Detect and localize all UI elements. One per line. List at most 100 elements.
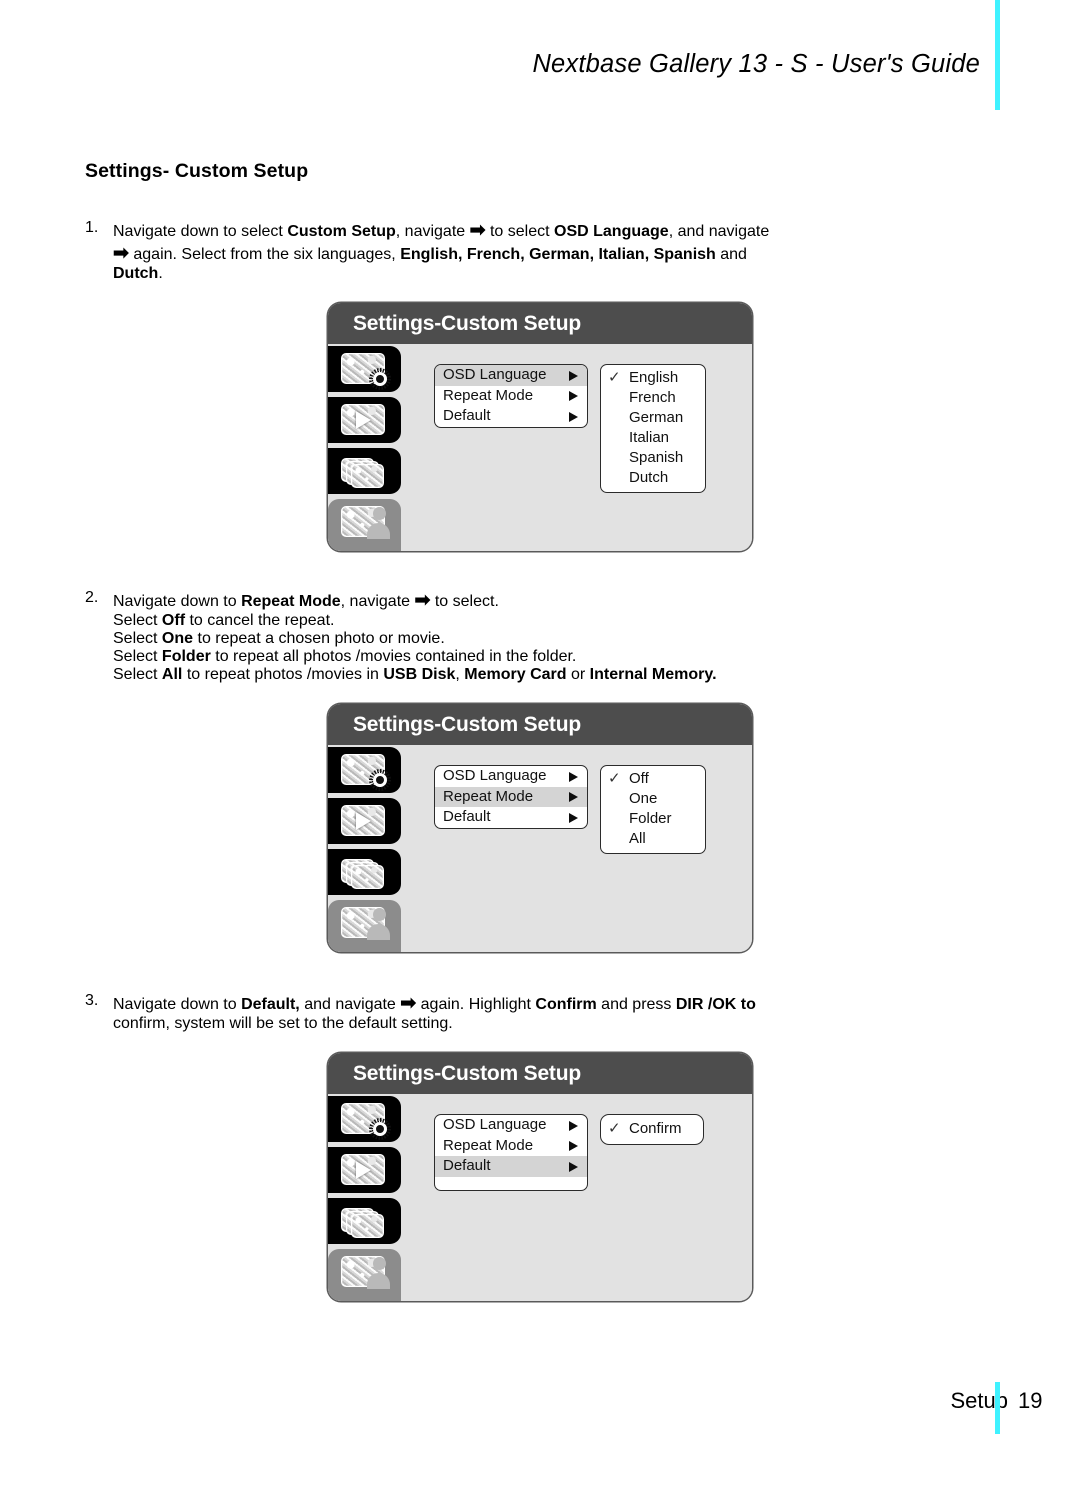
submenu-option-label: Off bbox=[629, 770, 649, 787]
sidebar-item-video[interactable] bbox=[328, 798, 401, 844]
device-screen-1: Settings-Custom Setup OSD Language Repea… bbox=[328, 303, 752, 551]
menu-item-default[interactable]: Default bbox=[435, 406, 587, 427]
chevron-right-icon bbox=[569, 792, 578, 802]
menu-item-label: Repeat Mode bbox=[443, 787, 534, 805]
text-run-bold: Folder bbox=[161, 648, 211, 665]
step-3-line-2: confirm, system will be set to the defau… bbox=[113, 1015, 995, 1033]
submenu-option-dutch[interactable]: Dutch bbox=[601, 468, 705, 488]
text-run-bold: OSD Language bbox=[554, 223, 669, 240]
device-3-titlebar: Settings-Custom Setup bbox=[328, 1053, 752, 1094]
step-2-line-5: Select All to repeat photos /movies in U… bbox=[113, 666, 995, 684]
menu-item-label: Repeat Mode bbox=[443, 386, 534, 404]
submenu-option-label: Dutch bbox=[629, 469, 669, 486]
device-2-submenu-repeat: ✓ Off One Folder All bbox=[600, 765, 706, 854]
right-arrow-icon: ➡ bbox=[113, 243, 129, 264]
menu-item-osd-language[interactable]: OSD Language bbox=[435, 1115, 587, 1136]
document-title: Nextbase Gallery 13 - S - User's Guide bbox=[532, 50, 980, 78]
submenu-option-off[interactable]: ✓ Off bbox=[601, 769, 705, 789]
step-2-line-3: Select One to repeat a chosen photo or m… bbox=[113, 630, 995, 648]
checkmark-icon: ✓ bbox=[608, 770, 621, 787]
submenu-option-confirm[interactable]: ✓ Confirm bbox=[601, 1119, 703, 1139]
device-2-title: Settings-Custom Setup bbox=[353, 713, 581, 736]
sidebar-item-video[interactable] bbox=[328, 1147, 401, 1193]
text-run: and bbox=[715, 246, 747, 263]
text-run: and navigate bbox=[299, 996, 401, 1013]
sidebar-item-settings-selected[interactable] bbox=[328, 900, 401, 952]
page-header: Nextbase Gallery 13 - S - User's Guide bbox=[0, 0, 1080, 112]
device-3-title: Settings-Custom Setup bbox=[353, 1062, 581, 1085]
checkmark-icon: ✓ bbox=[608, 369, 621, 386]
sidebar-item-photo-settings[interactable] bbox=[328, 1096, 401, 1142]
folder-stack-icon bbox=[341, 1205, 388, 1238]
text-run-bold: Off bbox=[161, 612, 186, 629]
submenu-option-folder[interactable]: Folder bbox=[601, 809, 705, 829]
menu-item-label: OSD Language bbox=[443, 366, 547, 383]
menu-item-repeat-mode[interactable]: Repeat Mode bbox=[435, 786, 587, 807]
submenu-option-label: Spanish bbox=[629, 449, 684, 466]
chevron-right-icon bbox=[569, 391, 578, 401]
submenu-option-label: French bbox=[629, 389, 676, 406]
text-run: . bbox=[158, 265, 163, 282]
text-run: to select. bbox=[430, 593, 499, 610]
text-run-bold: Internal Memory. bbox=[589, 666, 717, 683]
chevron-right-icon bbox=[569, 812, 578, 823]
step-2-line-4: Select Folder to repeat all photos /movi… bbox=[113, 648, 995, 666]
step-3-line-1: Navigate down to Default, and navigate ➡… bbox=[113, 992, 995, 1015]
sidebar-item-video[interactable] bbox=[328, 397, 401, 443]
text-run: again. Select from the six languages, bbox=[128, 246, 401, 263]
step-2: 2. Navigate down to Repeat Mode, navigat… bbox=[85, 589, 995, 684]
photo-settings-icon bbox=[341, 754, 391, 791]
submenu-option-one[interactable]: One bbox=[601, 789, 705, 809]
sidebar-item-photo-settings[interactable] bbox=[328, 747, 401, 793]
text-run: to repeat a chosen photo or movie. bbox=[193, 630, 445, 647]
menu-item-label: Default bbox=[443, 808, 491, 825]
sidebar-item-settings-selected[interactable] bbox=[328, 1249, 401, 1301]
menu-item-label: Repeat Mode bbox=[443, 1136, 534, 1154]
right-arrow-icon: ➡ bbox=[414, 590, 431, 611]
submenu-option-label: Confirm bbox=[629, 1120, 682, 1137]
submenu-option-label: English bbox=[629, 369, 679, 386]
chevron-right-icon bbox=[569, 1161, 578, 1172]
submenu-option-spanish[interactable]: Spanish bbox=[601, 448, 705, 468]
device-2-titlebar: Settings-Custom Setup bbox=[328, 704, 752, 745]
text-run: confirm, system will be set to the defau… bbox=[113, 1015, 453, 1032]
sidebar-item-folders[interactable] bbox=[328, 448, 401, 494]
sidebar-item-photo-settings[interactable] bbox=[328, 346, 401, 392]
video-play-icon bbox=[341, 1154, 388, 1186]
submenu-option-all[interactable]: All bbox=[601, 829, 705, 849]
text-run-bold: DIR /OK to bbox=[675, 996, 756, 1013]
screen-mock-3-wrapper: Settings-Custom Setup OSD Language Repea… bbox=[85, 1053, 995, 1301]
device-3-submenu-confirm: ✓ Confirm bbox=[600, 1114, 704, 1145]
submenu-option-italian[interactable]: Italian bbox=[601, 428, 705, 448]
text-run: Select bbox=[113, 648, 162, 665]
menu-item-osd-language[interactable]: OSD Language bbox=[435, 766, 587, 787]
menu-item-repeat-mode[interactable]: Repeat Mode bbox=[435, 1136, 587, 1157]
text-run-bold: USB Disk bbox=[383, 666, 456, 683]
submenu-option-label: One bbox=[629, 790, 658, 807]
sidebar-item-folders[interactable] bbox=[328, 849, 401, 895]
menu-item-osd-language[interactable]: OSD Language bbox=[435, 365, 587, 386]
menu-empty-row bbox=[435, 1177, 587, 1190]
right-arrow-icon: ➡ bbox=[469, 220, 486, 241]
menu-item-label: Default bbox=[443, 407, 491, 424]
chevron-right-icon bbox=[569, 370, 578, 381]
device-3-sidebar bbox=[328, 1094, 401, 1301]
page-content: Settings- Custom Setup 1. Navigate down … bbox=[85, 160, 995, 1301]
submenu-option-english[interactable]: ✓ English bbox=[601, 368, 705, 388]
header-accent-rule bbox=[995, 0, 1000, 110]
menu-item-default[interactable]: Default bbox=[435, 807, 587, 828]
sidebar-item-folders[interactable] bbox=[328, 1198, 401, 1244]
sidebar-item-settings-selected[interactable] bbox=[328, 499, 401, 551]
submenu-option-german[interactable]: German bbox=[601, 408, 705, 428]
menu-item-default[interactable]: Default bbox=[435, 1156, 587, 1177]
menu-item-repeat-mode[interactable]: Repeat Mode bbox=[435, 386, 587, 407]
footer-accent-rule bbox=[995, 1382, 1000, 1434]
submenu-option-french[interactable]: French bbox=[601, 388, 705, 408]
step-1-line-2: ➡ again. Select from the six languages, … bbox=[113, 242, 995, 265]
text-run: Navigate down to bbox=[113, 996, 242, 1013]
text-run-bold: Custom Setup bbox=[287, 223, 396, 240]
user-profile-icon bbox=[341, 1256, 390, 1289]
text-run: to select bbox=[485, 223, 555, 240]
folder-stack-icon bbox=[341, 856, 388, 889]
submenu-option-label: All bbox=[629, 830, 646, 847]
